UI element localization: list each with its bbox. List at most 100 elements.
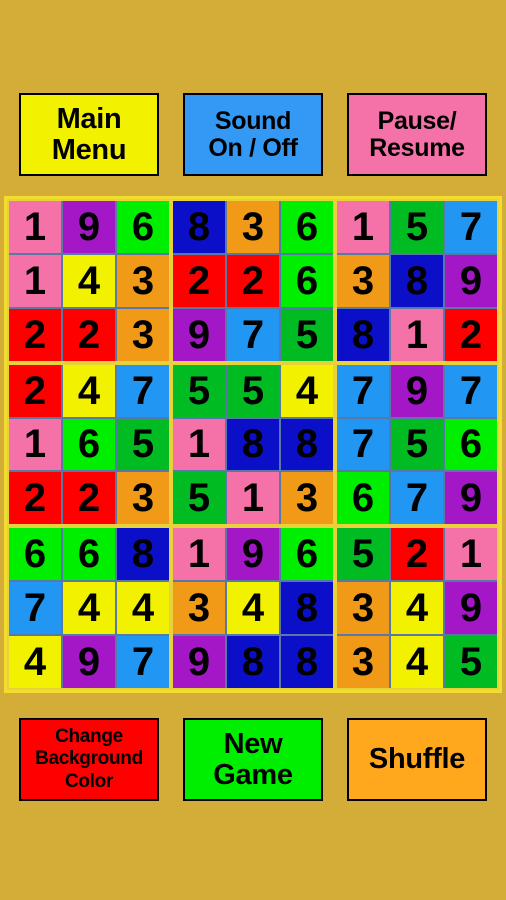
sudoku-cell-r1c7[interactable]: 1 [337, 201, 389, 253]
sudoku-cell-r2c3[interactable]: 3 [117, 254, 169, 307]
sudoku-cell-r9c8[interactable]: 4 [391, 636, 443, 688]
sudoku-cell-r5c6[interactable]: 8 [281, 418, 333, 471]
sudoku-cell-r4c7[interactable]: 7 [337, 364, 389, 417]
sudoku-cell-r3c9[interactable]: 2 [445, 308, 497, 361]
sudoku-cell-r9c5[interactable]: 8 [227, 636, 279, 688]
sudoku-cell-r6c7[interactable]: 6 [337, 472, 389, 525]
sudoku-cell-r4c2[interactable]: 4 [63, 364, 115, 417]
sudoku-cell-r5c2[interactable]: 6 [63, 418, 115, 471]
sudoku-cell-r3c8[interactable]: 1 [391, 308, 443, 361]
sudoku-cell-r8c6[interactable]: 8 [281, 582, 333, 635]
sudoku-cell-r2c2[interactable]: 4 [63, 254, 115, 307]
main-menu-label-line-1: Main [56, 102, 122, 135]
sudoku-cell-r1c3[interactable]: 6 [117, 201, 169, 253]
sudoku-cell-r6c3[interactable]: 3 [117, 472, 169, 525]
sudoku-cell-r9c3[interactable]: 7 [117, 636, 169, 688]
sudoku-cell-r2c7[interactable]: 3 [337, 254, 389, 307]
sudoku-cell-r6c6[interactable]: 3 [281, 472, 333, 525]
sudoku-cell-r4c5[interactable]: 5 [227, 364, 279, 417]
sudoku-cell-r8c1[interactable]: 7 [9, 582, 61, 635]
sudoku-cell-r5c3[interactable]: 5 [117, 418, 169, 471]
sudoku-cell-r7c8[interactable]: 2 [391, 528, 443, 581]
sudoku-cell-r6c8[interactable]: 7 [391, 472, 443, 525]
sudoku-cell-r2c8[interactable]: 8 [391, 254, 443, 307]
sudoku-cell-r6c1[interactable]: 2 [9, 472, 61, 525]
sudoku-cell-r7c1[interactable]: 6 [9, 528, 61, 581]
new-game-button[interactable]: New Game [183, 718, 323, 801]
main-menu-button[interactable]: Main Menu [19, 93, 159, 176]
sudoku-cell-r5c4[interactable]: 1 [173, 418, 225, 471]
change-background-color-button[interactable]: Change Background Color [19, 718, 159, 801]
sudoku-cell-r5c9[interactable]: 6 [445, 418, 497, 471]
sudoku-cell-r3c6[interactable]: 5 [281, 308, 333, 361]
sudoku-cell-r8c9[interactable]: 9 [445, 582, 497, 635]
sudoku-cell-r2c5[interactable]: 2 [227, 254, 279, 307]
sudoku-cell-r3c5[interactable]: 7 [227, 308, 279, 361]
sudoku-cell-r8c4[interactable]: 3 [173, 582, 225, 635]
sudoku-cell-r1c1[interactable]: 1 [9, 201, 61, 253]
sudoku-box-9: 521349345 [337, 528, 497, 688]
sudoku-cell-r2c6[interactable]: 6 [281, 254, 333, 307]
sudoku-cell-r7c2[interactable]: 6 [63, 528, 115, 581]
sudoku-cell-r7c4[interactable]: 1 [173, 528, 225, 581]
sudoku-box-3: 157389812 [337, 201, 497, 361]
sudoku-cell-r7c6[interactable]: 6 [281, 528, 333, 581]
shuffle-button[interactable]: Shuffle [347, 718, 487, 801]
sudoku-cell-r5c8[interactable]: 5 [391, 418, 443, 471]
sudoku-box-2: 836226975 [173, 201, 333, 361]
sudoku-cell-r7c5[interactable]: 9 [227, 528, 279, 581]
sudoku-cell-r4c6[interactable]: 4 [281, 364, 333, 417]
sudoku-cell-r3c3[interactable]: 3 [117, 308, 169, 361]
sudoku-cell-r2c4[interactable]: 2 [173, 254, 225, 307]
sudoku-cell-r8c2[interactable]: 4 [63, 582, 115, 635]
sudoku-cell-r3c7[interactable]: 8 [337, 308, 389, 361]
sudoku-cell-r4c4[interactable]: 5 [173, 364, 225, 417]
sudoku-cell-r3c4[interactable]: 9 [173, 308, 225, 361]
sudoku-box-7: 668744497 [9, 528, 169, 688]
sudoku-box-4: 247165223 [9, 364, 169, 525]
sudoku-cell-r4c3[interactable]: 7 [117, 364, 169, 417]
sudoku-cell-r1c2[interactable]: 9 [63, 201, 115, 253]
sudoku-cell-r9c7[interactable]: 3 [337, 636, 389, 688]
sudoku-cell-r8c7[interactable]: 3 [337, 582, 389, 635]
sudoku-cell-r3c1[interactable]: 2 [9, 308, 61, 361]
sudoku-cell-r4c1[interactable]: 2 [9, 364, 61, 417]
sudoku-grid[interactable]: 1961432238362269751573898122471652235541… [9, 201, 497, 688]
new-game-label-line-2: Game [213, 758, 293, 791]
change-background-color-label-line-1: Change [55, 725, 123, 747]
sudoku-cell-r9c9[interactable]: 5 [445, 636, 497, 688]
sudoku-cell-r8c3[interactable]: 4 [117, 582, 169, 635]
sudoku-grid-container: 1961432238362269751573898122471652235541… [4, 196, 502, 693]
sudoku-cell-r1c5[interactable]: 3 [227, 201, 279, 253]
pause-resume-button[interactable]: Pause/Resume [347, 93, 487, 176]
sudoku-cell-r1c4[interactable]: 8 [173, 201, 225, 253]
sudoku-cell-r5c1[interactable]: 1 [9, 418, 61, 471]
sound-toggle-label-line-2: On / Off [208, 133, 298, 162]
sudoku-cell-r8c8[interactable]: 4 [391, 582, 443, 635]
sudoku-cell-r5c7[interactable]: 7 [337, 418, 389, 471]
sudoku-cell-r9c6[interactable]: 8 [281, 636, 333, 688]
sudoku-cell-r9c4[interactable]: 9 [173, 636, 225, 688]
sudoku-cell-r1c9[interactable]: 7 [445, 201, 497, 253]
sudoku-cell-r9c2[interactable]: 9 [63, 636, 115, 688]
sudoku-cell-r4c8[interactable]: 9 [391, 364, 443, 417]
sudoku-cell-r6c5[interactable]: 1 [227, 472, 279, 525]
sudoku-cell-r8c5[interactable]: 4 [227, 582, 279, 635]
sudoku-cell-r7c7[interactable]: 5 [337, 528, 389, 581]
sudoku-cell-r6c9[interactable]: 9 [445, 472, 497, 525]
pause-resume-label-line-2: Resume [369, 133, 465, 162]
sudoku-cell-r4c9[interactable]: 7 [445, 364, 497, 417]
sudoku-cell-r1c8[interactable]: 5 [391, 201, 443, 253]
sudoku-cell-r7c9[interactable]: 1 [445, 528, 497, 581]
sound-toggle-button[interactable]: Sound On / Off [183, 93, 323, 176]
sudoku-cell-r2c1[interactable]: 1 [9, 254, 61, 307]
sudoku-cell-r6c2[interactable]: 2 [63, 472, 115, 525]
sudoku-cell-r3c2[interactable]: 2 [63, 308, 115, 361]
sudoku-cell-r2c9[interactable]: 9 [445, 254, 497, 307]
sudoku-cell-r9c1[interactable]: 4 [9, 636, 61, 688]
shuffle-label-line-1: Shuffle [368, 743, 466, 776]
sudoku-cell-r7c3[interactable]: 8 [117, 528, 169, 581]
sudoku-cell-r5c5[interactable]: 8 [227, 418, 279, 471]
sudoku-cell-r1c6[interactable]: 6 [281, 201, 333, 253]
sudoku-cell-r6c4[interactable]: 5 [173, 472, 225, 525]
